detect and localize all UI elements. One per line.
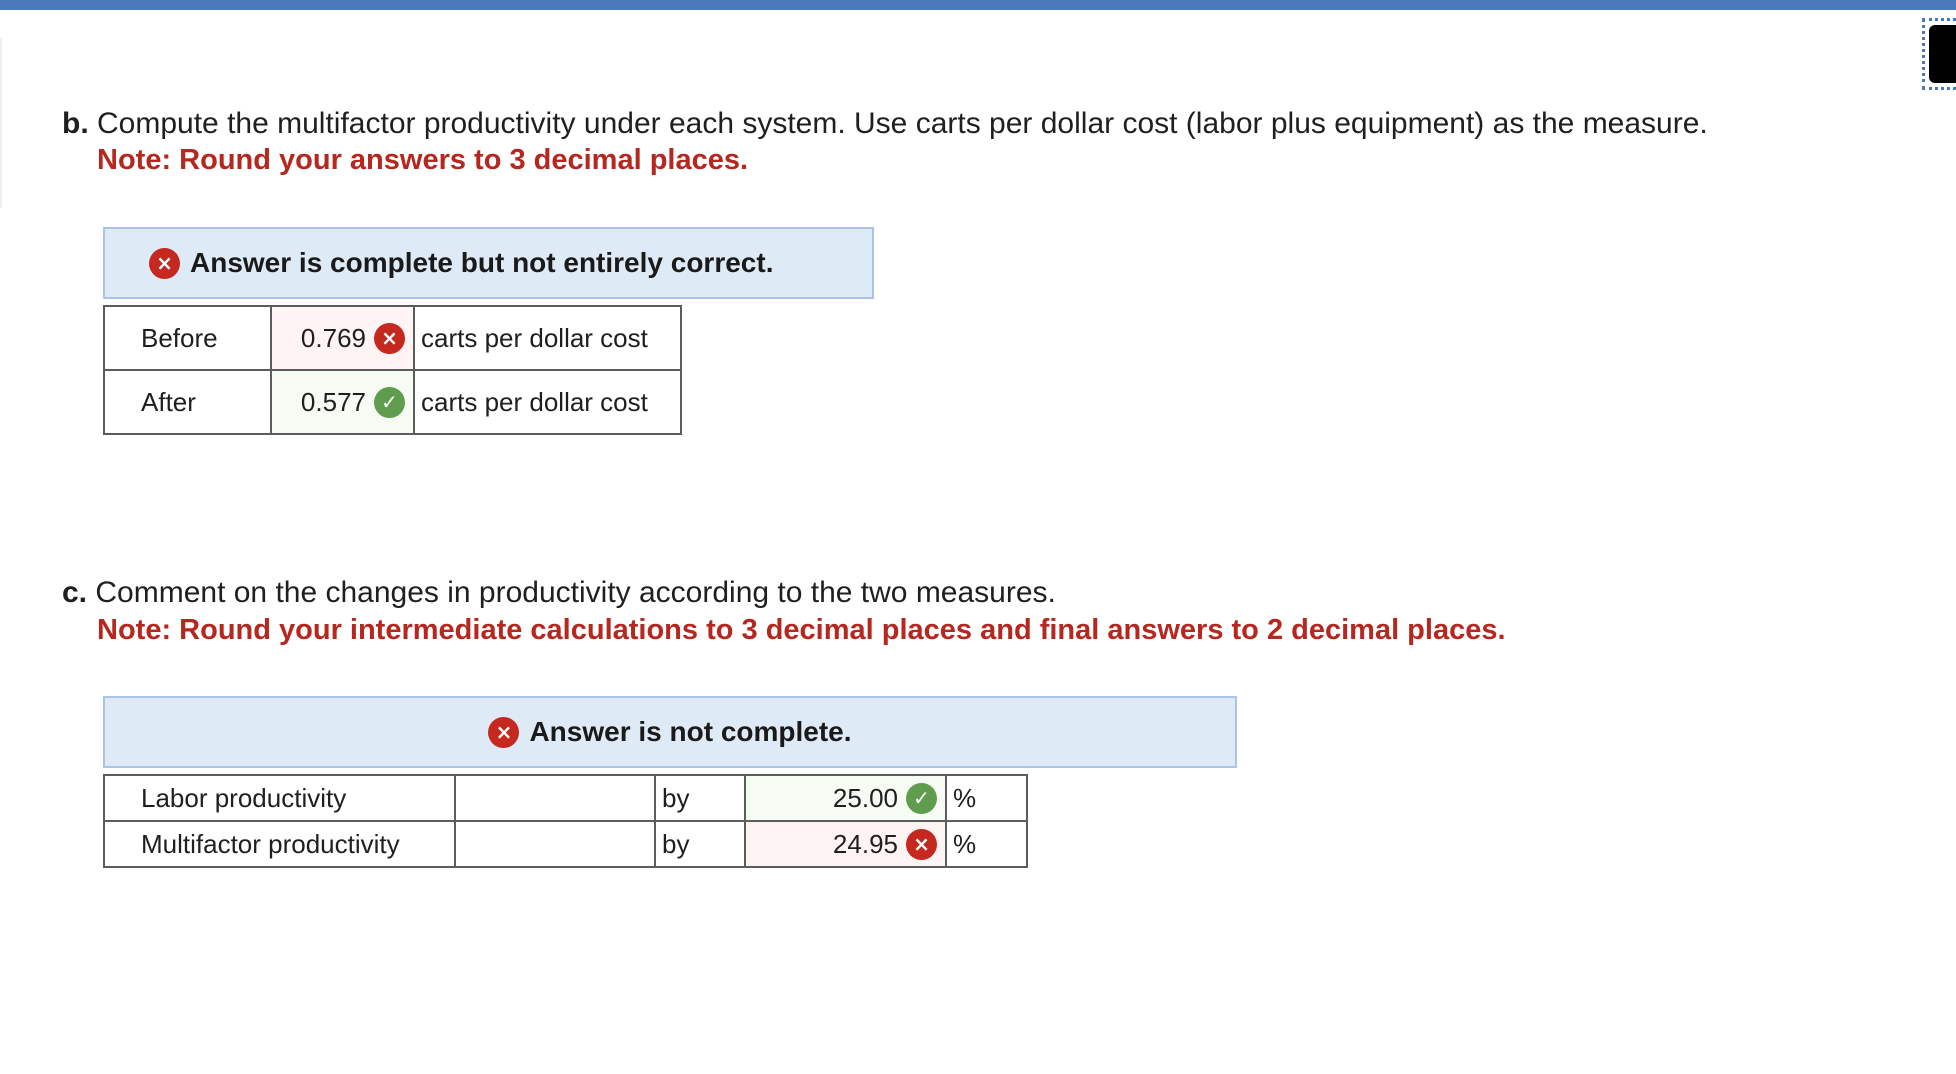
incorrect-icon: × (149, 247, 180, 279)
part-c-note: Note: Round your intermediate calculatio… (97, 614, 1506, 646)
part-b-banner-text: Answer is complete but not entirely corr… (190, 247, 774, 278)
incorrect-icon: × (488, 716, 520, 748)
part-c-feedback-banner: × Answer is not complete. (103, 696, 1237, 768)
row-label: Labor productivity (103, 774, 456, 822)
table-row: After 0.577 ✓ carts per dollar cost (103, 369, 682, 435)
side-panel-toggle[interactable] (1922, 18, 1956, 90)
incorrect-icon: × (374, 322, 405, 354)
part-b-answer-table: Before 0.769 × carts per dollar cost Aft… (103, 305, 682, 435)
row-label: Multifactor productivity (103, 820, 456, 868)
part-b-question: b. Compute the multifactor productivity … (62, 106, 1708, 142)
part-c-letter: c. (62, 576, 88, 609)
part-b-feedback-banner: × Answer is complete but not entirely co… (103, 227, 874, 299)
direction-select-multifactor[interactable] (454, 820, 656, 868)
part-c-question-text: Comment on the changes in productivity a… (95, 576, 1056, 609)
top-header-bar (0, 0, 1956, 10)
left-divider (0, 38, 2, 208)
row-label: Before (103, 305, 272, 371)
unit-label: carts per dollar cost (413, 369, 682, 435)
answer-value: 0.577 (300, 386, 366, 417)
part-c-question: c. Comment on the changes in productivit… (62, 575, 1056, 611)
answer-cell-after[interactable]: 0.577 ✓ (270, 369, 415, 435)
incorrect-icon: × (906, 828, 937, 860)
answer-cell-labor[interactable]: 25.00 ✓ (744, 774, 947, 822)
by-label: by (654, 820, 746, 868)
by-label: by (654, 774, 746, 822)
answer-value: 24.95 (832, 828, 898, 859)
table-row: Multifactor productivity by 24.95 × % (103, 820, 1028, 868)
direction-select-labor[interactable] (454, 774, 656, 822)
answer-value: 25.00 (832, 782, 898, 813)
correct-check-icon: ✓ (374, 386, 405, 418)
row-label: After (103, 369, 272, 435)
percent-label: % (945, 774, 1028, 822)
correct-check-icon: ✓ (906, 782, 937, 814)
unit-label: carts per dollar cost (413, 305, 682, 371)
part-b-note: Note: Round your answers to 3 decimal pl… (97, 144, 749, 176)
part-c-banner-text: Answer is not complete. (529, 716, 852, 747)
percent-label: % (945, 820, 1028, 868)
part-b-letter: b. (62, 107, 89, 140)
answer-cell-before[interactable]: 0.769 × (270, 305, 415, 371)
answer-value: 0.769 (300, 322, 366, 353)
side-panel-toggle-icon (1929, 25, 1956, 83)
part-c-answer-table: Labor productivity by 25.00 ✓ % Multifac… (103, 774, 1028, 868)
table-row: Labor productivity by 25.00 ✓ % (103, 774, 1028, 822)
answer-cell-multifactor[interactable]: 24.95 × (744, 820, 947, 868)
part-b-question-text: Compute the multifactor productivity und… (97, 107, 1708, 140)
table-row: Before 0.769 × carts per dollar cost (103, 305, 682, 371)
